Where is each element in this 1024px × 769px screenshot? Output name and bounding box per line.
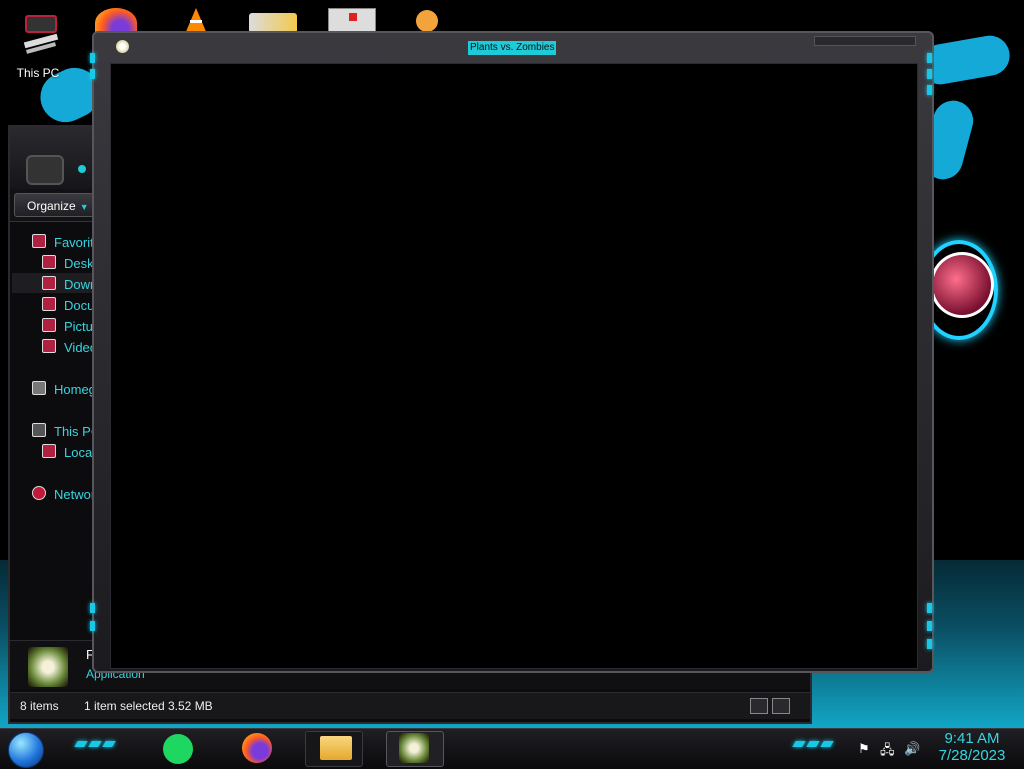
taskbar-app-firefox[interactable] xyxy=(229,729,285,769)
documents-icon xyxy=(42,297,56,311)
network-icon xyxy=(32,486,46,500)
homegroup-icon xyxy=(32,381,46,395)
taskbar-glow xyxy=(74,741,88,747)
forward-button[interactable] xyxy=(78,165,86,173)
videos-icon xyxy=(42,339,56,353)
nav-this-pc[interactable]: This PC xyxy=(32,423,100,439)
game-window[interactable]: Plants vs. Zombies xyxy=(90,31,934,673)
taskbar-glow xyxy=(820,741,834,747)
selection-size: 3.52 MB xyxy=(168,699,213,713)
status-bar: 8 items 1 item selected 3.52 MB xyxy=(10,692,810,719)
window-title: Plants vs. Zombies xyxy=(468,41,557,55)
nav-homegroup[interactable]: Homegr xyxy=(32,381,100,397)
clock[interactable]: 9:41 AM 7/28/2023 xyxy=(930,729,1014,764)
chevron-down-icon: ▼ xyxy=(79,202,89,212)
tiles-view-button[interactable] xyxy=(772,698,790,714)
network-icon[interactable]: 🖧 xyxy=(880,741,895,763)
clock-time: 9:41 AM xyxy=(944,730,1000,747)
star-icon xyxy=(32,234,46,248)
frame-glow xyxy=(927,53,932,63)
desktop-icon-label: This PC xyxy=(16,66,60,80)
taskbar: ⚑ 🖧 🔊 9:41 AM 7/28/2023 xyxy=(0,728,1024,769)
frame-glow xyxy=(90,69,95,79)
wallpaper-sphere xyxy=(930,252,994,318)
taskbar-app-file-explorer[interactable] xyxy=(305,731,363,767)
nav-favorites[interactable]: Favorite xyxy=(32,234,101,250)
frame-glow xyxy=(90,603,95,613)
frame-glow xyxy=(927,69,932,79)
organize-button[interactable]: Organize ▼ xyxy=(14,193,94,217)
taskbar-glow xyxy=(102,741,116,747)
action-center-flag-icon[interactable]: ⚑ xyxy=(858,741,870,757)
folder-icon xyxy=(320,736,352,760)
volume-icon[interactable]: 🔊 xyxy=(904,741,920,757)
game-canvas[interactable] xyxy=(110,63,918,669)
clock-date: 7/28/2023 xyxy=(938,747,1006,764)
details-view-button[interactable] xyxy=(750,698,768,714)
downloads-icon xyxy=(42,276,56,290)
start-button[interactable] xyxy=(8,732,44,768)
desktop-icon-this-pc[interactable]: This PC xyxy=(14,8,74,80)
back-button[interactable] xyxy=(26,155,64,185)
taskbar-app-pvz[interactable] xyxy=(386,731,444,767)
title-bar-decoration xyxy=(814,36,916,46)
item-count: 8 items xyxy=(20,699,59,713)
app-shortcut-icon[interactable] xyxy=(416,10,438,32)
organize-label: Organize xyxy=(27,199,76,213)
firefox-icon xyxy=(242,733,272,763)
taskbar-glow xyxy=(792,741,806,747)
file-thumbnail xyxy=(28,647,68,687)
pvz-icon xyxy=(116,40,129,53)
frame-glow xyxy=(927,621,932,631)
frame-glow xyxy=(927,639,932,649)
selection-count: 1 item selected xyxy=(84,699,165,713)
app-shortcut-icon[interactable] xyxy=(249,13,297,33)
frame-glow xyxy=(90,53,95,63)
computer-icon xyxy=(32,423,46,437)
desktop-icon xyxy=(42,255,56,269)
taskbar-glow xyxy=(806,741,820,747)
frame-glow xyxy=(927,603,932,613)
taskbar-glow xyxy=(88,741,102,747)
frame-glow xyxy=(90,621,95,631)
drive-icon xyxy=(42,444,56,458)
computer-icon xyxy=(23,15,59,54)
pvz-icon xyxy=(399,733,429,763)
spotify-icon xyxy=(163,734,193,764)
pictures-icon xyxy=(42,318,56,332)
frame-glow xyxy=(927,85,932,95)
taskbar-app-spotify[interactable] xyxy=(150,729,206,769)
